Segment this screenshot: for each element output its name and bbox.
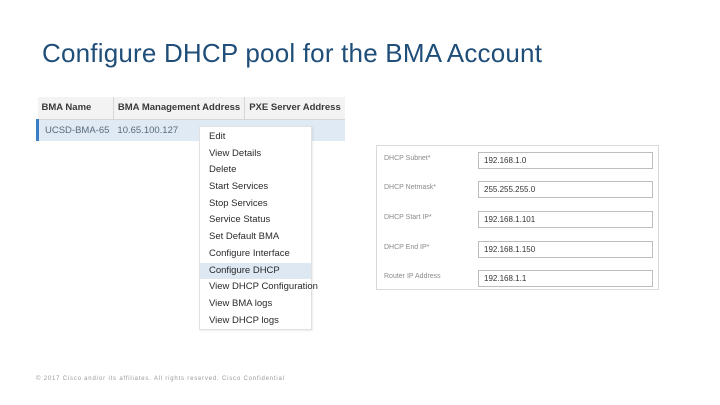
router-ip-row: Router IP Address <box>377 270 658 287</box>
column-header-management-address[interactable]: BMA Management Address <box>112 97 245 120</box>
menu-item-view-dhcp-configuration[interactable]: View DHCP Configuration <box>200 279 318 296</box>
dhcp-end-ip-label: DHCP End IP* <box>384 244 430 251</box>
menu-item-view-dhcp-logs[interactable]: View DHCP logs <box>200 313 311 330</box>
router-ip-field[interactable] <box>478 270 653 287</box>
menu-item-view-details[interactable]: View Details <box>200 146 311 163</box>
menu-item-configure-interface[interactable]: Configure Interface <box>200 246 311 263</box>
bma-name-cell[interactable]: UCSD-BMA-65 <box>36 119 114 141</box>
menu-item-start-services[interactable]: Start Services <box>200 179 311 196</box>
dhcp-start-ip-field[interactable] <box>478 211 653 228</box>
dhcp-start-ip-label: DHCP Start IP* <box>384 214 432 221</box>
table-header-row: BMA Name BMA Management Address PXE Serv… <box>37 97 345 120</box>
dhcp-end-ip-row: DHCP End IP* <box>377 241 658 258</box>
context-menu: Edit View Details Delete Start Services … <box>199 126 318 330</box>
menu-item-delete[interactable]: Delete <box>200 162 311 179</box>
column-header-bma-name[interactable]: BMA Name <box>37 97 114 120</box>
dhcp-subnet-label: DHCP Subnet* <box>384 155 431 162</box>
dhcp-netmask-row: DHCP Netmask* <box>377 181 658 198</box>
column-header-pxe-server-address[interactable]: PXE Server Address <box>244 97 345 120</box>
menu-item-view-bma-logs[interactable]: View BMA logs <box>200 296 311 313</box>
dhcp-start-ip-row: DHCP Start IP* <box>377 211 658 228</box>
menu-item-service-status[interactable]: Service Status <box>200 212 311 229</box>
dhcp-subnet-row: DHCP Subnet* <box>377 152 658 169</box>
dhcp-netmask-field[interactable] <box>478 181 653 198</box>
menu-item-edit[interactable]: Edit <box>200 129 311 146</box>
menu-item-stop-services[interactable]: Stop Services <box>200 196 311 213</box>
menu-item-configure-dhcp[interactable]: Configure DHCP <box>200 262 311 280</box>
router-ip-label: Router IP Address <box>384 273 441 280</box>
dhcp-netmask-label: DHCP Netmask* <box>384 184 436 191</box>
copyright-footer: © 2017 Cisco and/or its affiliates. All … <box>36 376 285 382</box>
menu-item-set-default-bma[interactable]: Set Default BMA <box>200 229 311 246</box>
dhcp-end-ip-field[interactable] <box>478 241 653 258</box>
dhcp-subnet-field[interactable] <box>478 152 653 169</box>
slide-title: Configure DHCP pool for the BMA Account <box>42 38 543 68</box>
dhcp-configuration-form: DHCP Subnet* DHCP Netmask* DHCP Start IP… <box>376 145 659 290</box>
